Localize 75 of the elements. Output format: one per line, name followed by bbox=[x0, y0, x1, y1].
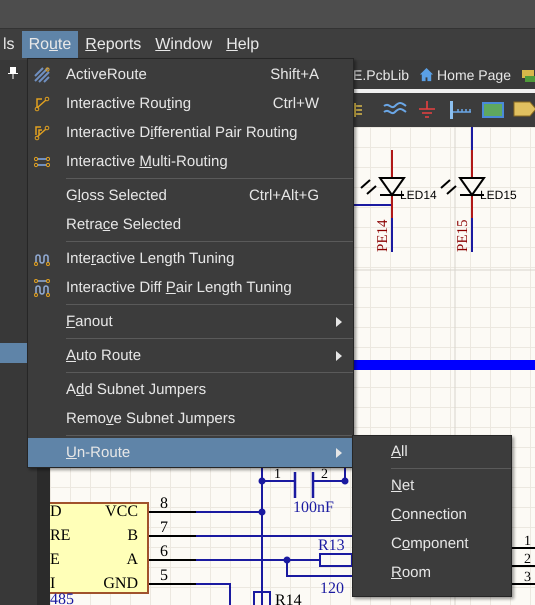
schematic-label: 3 bbox=[524, 570, 531, 585]
shortcut-text: Ctrl+Alt+G bbox=[248, 186, 319, 206]
schematic-label: A bbox=[126, 551, 138, 568]
menu-item[interactable]: Net bbox=[353, 471, 511, 500]
schematic-label: 7 bbox=[160, 519, 168, 536]
submenu-arrow-icon bbox=[336, 317, 342, 327]
diff-meander-icon bbox=[34, 278, 50, 296]
schematic-label: 1 bbox=[274, 467, 281, 482]
menu-item[interactable]: Add Subnet Jumpers bbox=[28, 375, 353, 404]
chip-icon[interactable] bbox=[481, 101, 505, 119]
bus-icon[interactable] bbox=[449, 101, 473, 119]
shortcut-text: Shift+A bbox=[270, 65, 319, 85]
schematic-label: R14 bbox=[275, 592, 302, 605]
schematic-label: 2 bbox=[524, 552, 531, 567]
menu-bar-item[interactable]: Window bbox=[148, 31, 220, 58]
schematic-label: LED14 bbox=[400, 188, 437, 202]
diff-route-icon bbox=[34, 124, 50, 140]
schematic-label: 100nF bbox=[293, 499, 334, 516]
port-icon[interactable] bbox=[513, 101, 535, 117]
schematic-label: PE14 bbox=[375, 219, 391, 252]
resistor-symbol bbox=[253, 591, 271, 605]
menu-item[interactable]: Fanout bbox=[28, 307, 353, 336]
schematic-label: LED15 bbox=[480, 188, 517, 202]
meander-icon bbox=[34, 252, 50, 266]
menu-item[interactable]: All bbox=[353, 437, 511, 466]
multi-route-icon bbox=[34, 156, 50, 168]
schematic-label: PE15 bbox=[455, 219, 471, 252]
menu-bar-item[interactable]: Reports bbox=[78, 31, 148, 58]
schematic-label: I bbox=[50, 575, 56, 592]
menu-item[interactable]: Gloss Selected Ctrl+Alt+G bbox=[28, 181, 353, 210]
schematic-label: E bbox=[50, 551, 60, 568]
junction-dot bbox=[258, 478, 266, 484]
schematic-label: 5 bbox=[160, 567, 168, 584]
pin-icon[interactable] bbox=[8, 67, 18, 79]
schematic-label: 2 bbox=[321, 467, 328, 482]
document-tab[interactable]: E.PcbLib bbox=[353, 66, 410, 82]
schematic-label: 1 bbox=[524, 534, 531, 549]
schematic-label: 485 bbox=[50, 591, 74, 605]
ground-icon[interactable] bbox=[417, 101, 437, 119]
menu-bar-item[interactable]: ls bbox=[0, 31, 22, 58]
junction-dot bbox=[284, 556, 290, 564]
wave-icon[interactable] bbox=[383, 101, 407, 117]
junction-dot bbox=[342, 478, 348, 484]
menu-item[interactable]: ActiveRoute Shift+A bbox=[28, 60, 353, 89]
menu-item[interactable]: Auto Route bbox=[28, 341, 353, 370]
submenu-arrow-icon bbox=[336, 448, 342, 458]
capacitor-symbol bbox=[294, 470, 314, 500]
schematic-label: B bbox=[127, 527, 138, 544]
menu-item[interactable]: Interactive Differential Pair Routing bbox=[28, 118, 353, 147]
menu-item[interactable]: Retrace Selected bbox=[28, 210, 353, 239]
document-tab[interactable]: Home Page bbox=[419, 66, 511, 82]
schematic-label: D bbox=[50, 503, 62, 520]
menu-item[interactable]: Component bbox=[353, 529, 511, 558]
shortcut-text: Ctrl+W bbox=[272, 94, 319, 114]
home-icon bbox=[419, 67, 434, 82]
route-icon bbox=[34, 96, 50, 112]
submenu-arrow-icon bbox=[336, 351, 342, 361]
menu-item[interactable]: Interactive Multi-Routing bbox=[28, 147, 353, 176]
schematic-label: GND bbox=[103, 575, 138, 592]
schematic-label: R13 bbox=[318, 537, 345, 554]
schematic-label: 120 bbox=[320, 580, 344, 597]
menu-bar-item[interactable]: Help bbox=[219, 31, 266, 58]
schematic-label: 8 bbox=[160, 495, 168, 512]
menu-item[interactable]: Remove Subnet Jumpers bbox=[28, 404, 353, 433]
schematic-label: VCC bbox=[105, 503, 138, 520]
schematic-label: 6 bbox=[160, 543, 168, 560]
schematic-label: RE bbox=[50, 527, 70, 544]
menu-item[interactable]: Interactive Routing Ctrl+W bbox=[28, 89, 353, 118]
resistor-symbol bbox=[319, 553, 353, 567]
hatch-route-icon bbox=[34, 66, 50, 82]
menu-item[interactable]: Connection bbox=[353, 500, 511, 529]
menu-item[interactable]: Room bbox=[353, 558, 511, 587]
junction-dot bbox=[258, 508, 266, 516]
menu-item[interactable]: Interactive Diff Pair Length Tuning bbox=[28, 273, 353, 302]
menu-item[interactable]: Interactive Length Tuning bbox=[28, 244, 353, 273]
